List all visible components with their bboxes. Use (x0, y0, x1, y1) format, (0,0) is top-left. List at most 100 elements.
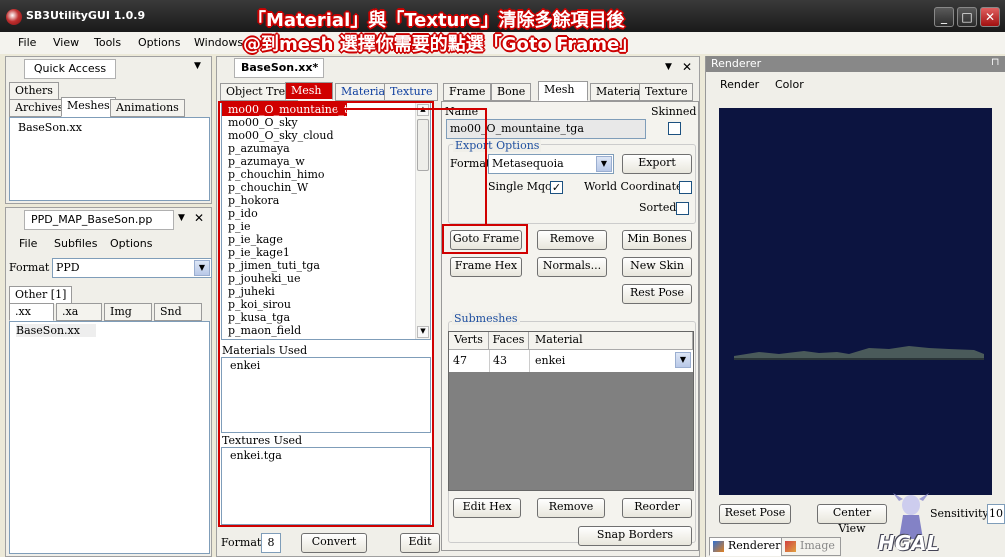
maximize-button[interactable]: □ (957, 7, 977, 27)
col-material[interactable]: Material (529, 332, 693, 350)
close-button[interactable]: ✕ (980, 7, 1000, 27)
sorted-checkbox[interactable] (676, 202, 689, 215)
annotation-line-2: @到mesh 選擇你需要的點選「Goto Frame」 (243, 34, 638, 55)
tab-other[interactable]: Other [1] (9, 286, 73, 304)
chevron-down-icon[interactable]: ▼ (665, 62, 672, 72)
tab-image[interactable]: Image (781, 537, 841, 556)
skinned-label: Skinned (651, 105, 697, 118)
pin-icon[interactable]: ⊓ (991, 57, 999, 68)
cell-verts: 47 (453, 354, 467, 367)
highlight-connector-top (337, 108, 487, 110)
render-viewport[interactable] (719, 108, 992, 495)
tab-meshes[interactable]: Meshes (61, 97, 116, 117)
edit-button[interactable]: Edit (400, 533, 440, 553)
renderer-menu-render[interactable]: Render (720, 78, 759, 91)
export-button[interactable]: Export (622, 154, 692, 174)
chevron-down-icon[interactable]: ▼ (194, 61, 201, 71)
new-skin-button[interactable]: New Skin (622, 257, 692, 277)
format-select[interactable]: PPD ▼ (52, 258, 212, 278)
list-item[interactable]: BaseSon.xx (16, 324, 96, 337)
renderer-menu-color[interactable]: Color (775, 78, 804, 91)
remove-mesh-button[interactable]: Remove (537, 230, 607, 250)
table-row[interactable]: 47 43 enkei ▼ (449, 350, 693, 372)
meshes-list[interactable]: BaseSon.xx (9, 117, 210, 201)
world-coordinates-label: World Coordinates (584, 180, 689, 193)
tab-mesh[interactable]: Mesh (285, 82, 333, 100)
menu-file[interactable]: File (18, 36, 36, 49)
remove-submesh-button[interactable]: Remove (537, 498, 605, 518)
annotation-line-1: 「Material」與「Texture」清除多餘項目後 (248, 10, 625, 31)
close-icon[interactable]: ✕ (194, 211, 204, 225)
cell-faces: 43 (493, 354, 507, 367)
submeshes-title: Submeshes (452, 312, 520, 325)
tab-img[interactable]: Img [0] (104, 303, 152, 334)
tab-xx[interactable]: .xx [1] (9, 303, 54, 334)
rest-pose-button[interactable]: Rest Pose (622, 284, 692, 304)
tab-xa[interactable]: .xa [0] (56, 303, 102, 334)
chevron-down-icon[interactable]: ▼ (596, 156, 612, 172)
tab-frame[interactable]: Frame (443, 83, 492, 101)
highlight-connector-side (485, 108, 487, 226)
sensitivity-field[interactable]: 10 (987, 504, 1005, 524)
tab-texture[interactable]: Texture (384, 83, 439, 101)
center-view-button[interactable]: Center View (817, 504, 887, 535)
edit-hex-button[interactable]: Edit Hex (453, 498, 521, 518)
pp-menu-file[interactable]: File (19, 237, 37, 250)
col-verts[interactable]: Verts (449, 332, 489, 350)
convert-format-label: Format (221, 536, 262, 549)
skinned-checkbox[interactable] (668, 122, 681, 135)
cell-material: enkei (535, 354, 566, 367)
mesh-name-field[interactable]: mo00_O_mountaine_tga (446, 119, 646, 139)
tab-animations[interactable]: Animations (110, 99, 185, 117)
export-format-select[interactable]: Metasequoia ▼ (488, 154, 614, 174)
chevron-down-icon[interactable]: ▼ (194, 260, 210, 276)
single-mqo-checkbox[interactable]: ✓ (550, 181, 563, 194)
menu-tools[interactable]: Tools (94, 36, 121, 49)
pp-panel-title[interactable]: PPD_MAP_BaseSon.pp (24, 210, 174, 230)
menu-options[interactable]: Options (138, 36, 180, 49)
editor-panel: BaseSon.xx* ▼ ✕ Object Tree Mesh Materia… (216, 56, 700, 557)
tab-renderer[interactable]: Renderer (709, 537, 787, 556)
tab-mesh-detail[interactable]: Mesh (538, 81, 588, 101)
menu-view[interactable]: View (53, 36, 79, 49)
world-coordinates-checkbox[interactable] (679, 181, 692, 194)
chevron-down-icon[interactable]: ▼ (178, 213, 185, 223)
reset-pose-button[interactable]: Reset Pose (719, 504, 791, 524)
tab-snd[interactable]: Snd [0] (154, 303, 202, 334)
convert-format-value[interactable]: 8 (261, 533, 281, 553)
convert-button[interactable]: Convert (301, 533, 367, 553)
subfiles-list[interactable]: BaseSon.xx (9, 321, 210, 554)
col-faces[interactable]: Faces (489, 332, 529, 350)
cell-divider (529, 350, 530, 372)
pp-menu-options[interactable]: Options (110, 237, 152, 250)
renderer-title: Renderer (706, 56, 1005, 72)
tab-texture-detail[interactable]: Texture (639, 83, 694, 101)
format-label: Format (9, 261, 50, 274)
close-icon[interactable]: ✕ (682, 60, 692, 74)
normals-button[interactable]: Normals... (537, 257, 607, 277)
sorted-label: Sorted (639, 201, 677, 214)
chevron-down-icon[interactable]: ▼ (675, 352, 691, 368)
export-options-title: Export Options (453, 139, 542, 152)
renderer-panel: Renderer ⊓ Render Color Reset Pose Cente… (705, 56, 1005, 557)
reorder-button[interactable]: Reorder (622, 498, 692, 518)
tab-others[interactable]: Others (9, 82, 59, 100)
title-bar: SB3UtilityGUI 1.0.9 「Material」與「Texture」… (0, 0, 1005, 32)
submeshes-grid[interactable]: Verts Faces Material 47 43 enkei ▼ (448, 331, 694, 491)
snap-borders-button[interactable]: Snap Borders (578, 526, 692, 546)
frame-hex-button[interactable]: Frame Hex (450, 257, 522, 277)
minimize-button[interactable]: _ (934, 7, 954, 27)
min-bones-button[interactable]: Min Bones (622, 230, 692, 250)
editor-title[interactable]: BaseSon.xx* (234, 58, 324, 78)
name-label: Name (445, 105, 479, 118)
highlight-box-goto-frame (442, 224, 528, 254)
quick-access-title[interactable]: Quick Access (24, 59, 116, 79)
list-item[interactable]: BaseSon.xx (18, 121, 82, 134)
pp-panel: PPD_MAP_BaseSon.pp ▼ ✕ File Subfiles Opt… (5, 207, 212, 557)
window-title: SB3UtilityGUI 1.0.9 (26, 9, 146, 22)
terrain-render (734, 346, 984, 360)
tab-bone[interactable]: Bone (491, 83, 532, 101)
pp-menu-subfiles[interactable]: Subfiles (54, 237, 97, 250)
menu-windows[interactable]: Windows (194, 36, 243, 49)
app-icon (6, 9, 22, 25)
